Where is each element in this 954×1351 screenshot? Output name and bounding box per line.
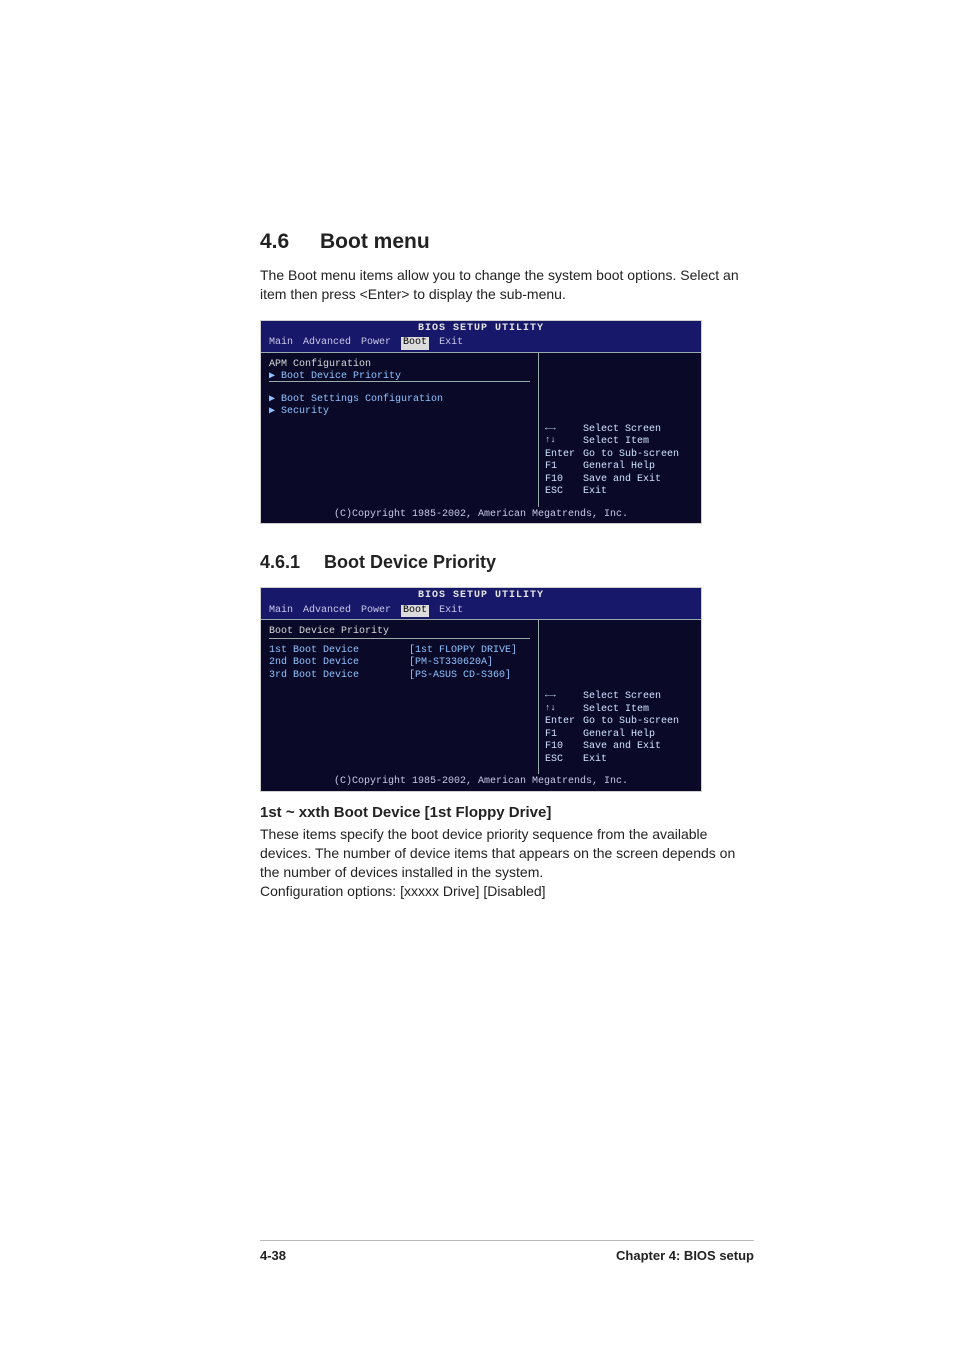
tab-boot[interactable]: Boot — [401, 605, 429, 618]
arrow-icon: ▶ — [269, 394, 281, 407]
subsection-number: 4.6.1 — [260, 552, 324, 573]
bios-tabs: Main Advanced Power Boot Exit — [261, 336, 701, 352]
bios-title: BIOS SETUP UTILITY — [261, 588, 701, 604]
subsection-title-text: Boot Device Priority — [324, 552, 496, 572]
hint-select-screen: ←→Select Screen — [545, 424, 695, 437]
arrows-lr-icon: ←→ — [545, 691, 579, 704]
bios-tabs: Main Advanced Power Boot Exit — [261, 604, 701, 620]
tab-advanced[interactable]: Advanced — [303, 605, 351, 618]
boot-device-3[interactable]: 3rd Boot Device[PS-ASUS CD-S360] — [269, 670, 530, 683]
divider — [269, 381, 530, 382]
item-description: These items specify the boot device prio… — [260, 825, 740, 882]
arrows-ud-icon: ↑↓ — [545, 436, 579, 449]
divider — [269, 638, 530, 639]
menu-item-boot-settings-configuration[interactable]: ▶Boot Settings Configuration — [269, 394, 530, 407]
tab-main[interactable]: Main — [269, 605, 293, 618]
arrow-icon: ▶ — [269, 371, 281, 384]
boot-device-2[interactable]: 2nd Boot Device[PM-ST330620A] — [269, 657, 530, 670]
section-description: The Boot menu items allow you to change … — [260, 266, 740, 304]
hint-f10: F10Save and Exit — [545, 474, 695, 487]
bios-right-pane: ←→Select Screen ↑↓Select Item EnterGo to… — [539, 352, 701, 507]
menu-item-boot-device-priority[interactable]: ▶Boot Device Priority — [269, 371, 530, 384]
subsection-heading: 4.6.1Boot Device Priority — [260, 552, 754, 573]
page: 4.6Boot menu The Boot menu items allow y… — [0, 0, 954, 1351]
boot-device-1[interactable]: 1st Boot Device[1st FLOPPY DRIVE] — [269, 645, 530, 658]
chapter-label: Chapter 4: BIOS setup — [616, 1248, 754, 1263]
bios-body: Boot Device Priority 1st Boot Device[1st… — [261, 619, 701, 774]
bios-screen-boot-menu: BIOS SETUP UTILITY Main Advanced Power B… — [260, 320, 702, 525]
hint-esc: ESCExit — [545, 486, 695, 499]
bios-right-pane: ←→Select Screen ↑↓Select Item EnterGo to… — [539, 619, 701, 774]
page-number: 4-38 — [260, 1248, 286, 1263]
tab-power[interactable]: Power — [361, 337, 391, 350]
hint-enter: EnterGo to Sub-screen — [545, 449, 695, 462]
tab-power[interactable]: Power — [361, 605, 391, 618]
bios-title: BIOS SETUP UTILITY — [261, 321, 701, 337]
bios-left-pane: Boot Device Priority 1st Boot Device[1st… — [261, 619, 539, 774]
tab-boot[interactable]: Boot — [401, 337, 429, 350]
hint-select-item: ↑↓Select Item — [545, 704, 695, 717]
section-title-text: Boot menu — [320, 230, 430, 253]
hint-select-item: ↑↓Select Item — [545, 436, 695, 449]
section-heading: 4.6Boot menu — [260, 230, 754, 254]
hint-esc: ESCExit — [545, 754, 695, 767]
item-options: Configuration options: [xxxxx Drive] [Di… — [260, 883, 754, 899]
bios-copyright: (C)Copyright 1985-2002, American Megatre… — [261, 774, 701, 791]
tab-advanced[interactable]: Advanced — [303, 337, 351, 350]
hint-select-screen: ←→Select Screen — [545, 691, 695, 704]
footer-rule — [260, 1240, 754, 1241]
tab-exit[interactable]: Exit — [439, 337, 463, 350]
hint-f10: F10Save and Exit — [545, 741, 695, 754]
bios-heading: Boot Device Priority — [269, 626, 530, 639]
menu-item-security[interactable]: ▶Security — [269, 406, 530, 419]
hint-enter: EnterGo to Sub-screen — [545, 716, 695, 729]
arrows-ud-icon: ↑↓ — [545, 704, 579, 717]
bios-screen-boot-device-priority: BIOS SETUP UTILITY Main Advanced Power B… — [260, 587, 702, 792]
section-number: 4.6 — [260, 230, 320, 254]
page-footer: 4-38 Chapter 4: BIOS setup — [260, 1248, 754, 1263]
tab-main[interactable]: Main — [269, 337, 293, 350]
bios-copyright: (C)Copyright 1985-2002, American Megatre… — [261, 507, 701, 524]
arrow-icon: ▶ — [269, 406, 281, 419]
bios-left-pane: APM Configuration ▶Boot Device Priority … — [261, 352, 539, 507]
hint-f1: F1General Help — [545, 729, 695, 742]
tab-exit[interactable]: Exit — [439, 605, 463, 618]
bios-heading: APM Configuration — [269, 359, 530, 372]
hint-f1: F1General Help — [545, 461, 695, 474]
item-title: 1st ~ xxth Boot Device [1st Floppy Drive… — [260, 804, 754, 821]
bios-body: APM Configuration ▶Boot Device Priority … — [261, 352, 701, 507]
